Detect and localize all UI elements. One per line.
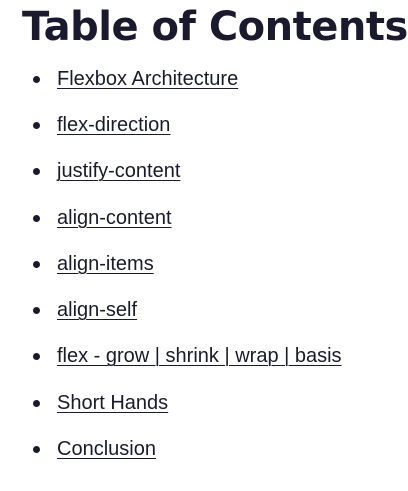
table-of-contents: Table of Contents Flexbox Architecture f…: [0, 0, 408, 491]
bullet-icon: [33, 307, 40, 315]
toc-link-flexbox-architecture[interactable]: Flexbox Architecture: [57, 68, 238, 91]
bullet-icon: [33, 260, 40, 268]
toc-link-align-content[interactable]: align-content: [57, 207, 172, 230]
bullet-icon: [33, 353, 40, 361]
toc-link-conclusion[interactable]: Conclusion: [57, 438, 156, 461]
toc-link-flex-properties[interactable]: flex - grow | shrink | wrap | basis: [57, 345, 342, 368]
toc-link-align-self[interactable]: align-self: [57, 299, 137, 322]
bullet-icon: [33, 399, 40, 407]
page-title: Table of Contents: [22, 4, 408, 50]
toc-link-justify-content[interactable]: justify-content: [57, 160, 180, 183]
toc-link-align-items[interactable]: align-items: [57, 253, 154, 276]
bullet-icon: [33, 75, 40, 83]
bullet-icon: [33, 214, 40, 222]
bullet-icon: [33, 446, 40, 454]
toc-link-short-hands[interactable]: Short Hands: [57, 392, 168, 415]
bullet-icon: [33, 121, 40, 129]
toc-link-flex-direction[interactable]: flex-direction: [57, 114, 170, 137]
bullet-icon: [33, 168, 40, 176]
